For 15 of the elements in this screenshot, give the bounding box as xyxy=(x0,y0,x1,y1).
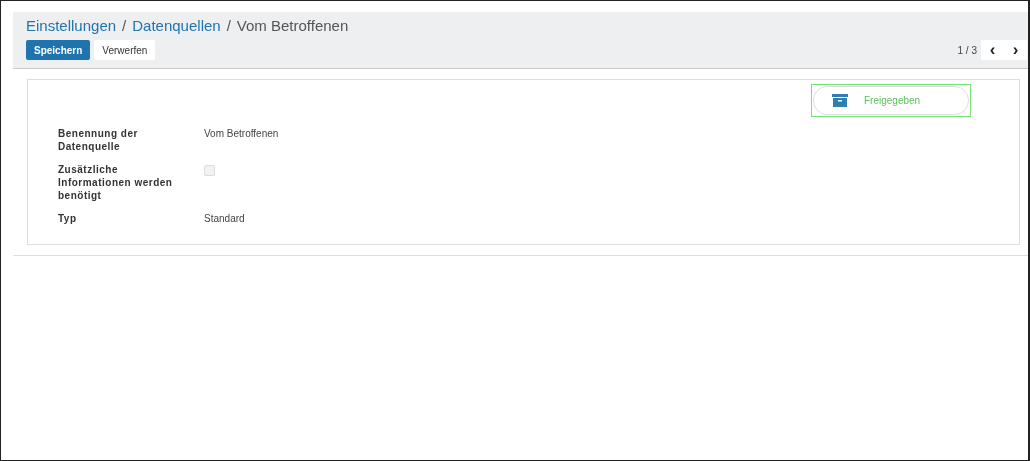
breadcrumb-link[interactable]: Einstellungen xyxy=(26,17,117,34)
field-label: Typ xyxy=(58,212,78,225)
breadcrumb-separator: / xyxy=(226,17,231,34)
pager-counter: 1 / 3 xyxy=(957,44,977,56)
breadcrumb-separator: / xyxy=(122,17,127,34)
save-button[interactable]: Speichern xyxy=(26,40,91,60)
field-label: Benennung der Datenquelle xyxy=(58,127,139,153)
field-label: Zusätzliche Informationen werden benötigt xyxy=(58,163,174,202)
discard-button[interactable]: Verwerfen xyxy=(94,40,156,60)
breadcrumb-link[interactable]: Datenquellen xyxy=(132,17,221,34)
archive-box-icon xyxy=(832,94,848,107)
breadcrumb-current: Vom Betroffenen xyxy=(236,17,349,34)
field-value: Vom Betroffenen xyxy=(204,127,280,141)
checkbox[interactable] xyxy=(204,165,215,176)
field-value: Standard xyxy=(204,212,246,225)
